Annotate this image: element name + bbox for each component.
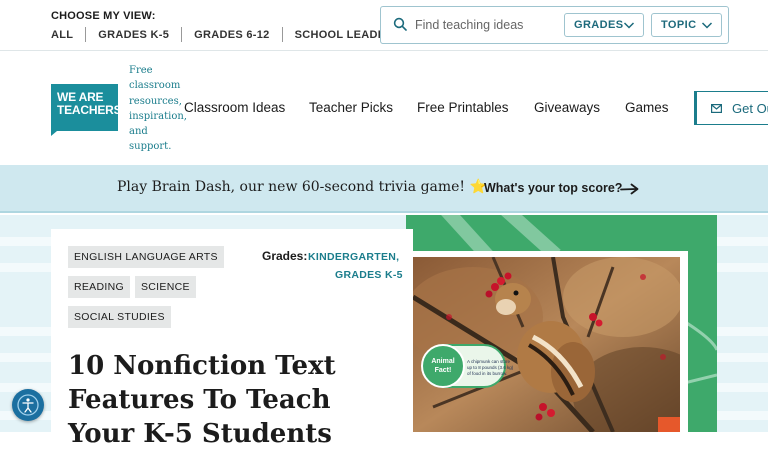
chevron-down-icon: [701, 22, 713, 29]
nav-item-giveaways[interactable]: Giveaways: [534, 100, 625, 115]
grades-dropdown[interactable]: GRADES: [564, 13, 644, 37]
accessibility-button[interactable]: [12, 389, 44, 421]
topic-dropdown-label: TOPIC: [661, 19, 697, 31]
arrow-right-icon: [620, 183, 639, 195]
article-card: ENGLISH LANGUAGE ARTS READING SCIENCE SO…: [51, 229, 413, 449]
we-are-teachers-logo[interactable]: WE ARE TEACHERS: [51, 84, 122, 136]
svg-text:A chipmunk can store: A chipmunk can store: [467, 359, 511, 364]
tag-reading[interactable]: READING: [68, 276, 130, 298]
tagline: Free classroom resources, inspiration, a…: [129, 63, 189, 155]
divider: [281, 27, 283, 42]
mail-icon: [711, 103, 722, 113]
grade-link-kindergarten[interactable]: KINDERGARTEN,: [308, 251, 399, 263]
grades-dropdown-label: GRADES: [574, 19, 624, 31]
nav-item-classroom-ideas[interactable]: Classroom Ideas: [184, 100, 309, 115]
nav-item-teacher-picks[interactable]: Teacher Picks: [309, 100, 417, 115]
tagline-line: inspiration,: [129, 110, 187, 122]
tagline-line: support.: [129, 141, 172, 153]
divider: [85, 27, 87, 42]
grade-link-grades-k5[interactable]: GRADES K-5: [335, 269, 403, 281]
tagline-line: resources,: [129, 95, 182, 107]
newsletter-button-label: Get Ou: [732, 100, 768, 116]
search-bar: GRADES TOPIC: [380, 6, 729, 44]
view-grades-6-12-link[interactable]: GRADES 6-12: [194, 29, 269, 41]
choose-view-label: CHOOSE MY VIEW:: [51, 10, 156, 22]
svg-text:Animal: Animal: [431, 358, 454, 365]
promo-link[interactable]: What's your top score?: [484, 181, 622, 195]
svg-text:up to 8 pounds (3.6 kg): up to 8 pounds (3.6 kg): [467, 365, 514, 370]
view-grades-k5-link[interactable]: GRADES K-5: [98, 29, 169, 41]
chevron-down-icon: [623, 22, 635, 29]
utility-bar: CHOOSE MY VIEW: ALL GRADES K-5 GRADES 6-…: [0, 0, 768, 51]
tag-english-language-arts[interactable]: ENGLISH LANGUAGE ARTS: [68, 246, 224, 268]
svg-text:Fact!: Fact!: [435, 367, 452, 374]
view-links: ALL GRADES K-5 GRADES 6-12 SCHOOL LEADER…: [51, 27, 401, 42]
topic-dropdown[interactable]: TOPIC: [651, 13, 722, 37]
main-nav: WE ARE TEACHERS Free classroom resources…: [0, 51, 768, 165]
chipmunk-illustration: Animal Fact! A chipmunk can store up to …: [413, 257, 680, 432]
search-input[interactable]: [415, 16, 555, 34]
svg-text:of food in its burrow.: of food in its burrow.: [467, 371, 507, 376]
logo-line-2: TEACHERS: [57, 103, 122, 117]
nav-item-games[interactable]: Games: [625, 100, 669, 115]
animal-fact-badge: Animal Fact! A chipmunk can store up to …: [421, 344, 514, 388]
grades-label: Grades:: [262, 249, 308, 263]
tagline-line: classroom: [129, 80, 181, 92]
nav-item-free-printables[interactable]: Free Printables: [417, 100, 534, 115]
accessibility-icon: [17, 394, 39, 416]
tagline-line: and: [129, 126, 148, 138]
nav-menu: Classroom Ideas Teacher Picks Free Print…: [184, 100, 669, 115]
promo-banner[interactable]: Play Brain Dash, our new 60-second trivi…: [0, 165, 768, 213]
tag-science[interactable]: SCIENCE: [135, 276, 196, 298]
tagline-line: Free: [129, 65, 153, 76]
view-all-link[interactable]: ALL: [51, 29, 73, 41]
chipmunk-photo[interactable]: Animal Fact! A chipmunk can store up to …: [413, 257, 680, 432]
promo-text: Play Brain Dash, our new 60-second trivi…: [117, 179, 487, 195]
tag-social-studies[interactable]: SOCIAL STUDIES: [68, 306, 171, 328]
newsletter-button[interactable]: Get Ou: [694, 91, 768, 125]
search-icon[interactable]: [393, 17, 407, 31]
divider: [181, 27, 183, 42]
article-title: 10 Nonfiction Text Features To Teach You…: [68, 351, 336, 449]
